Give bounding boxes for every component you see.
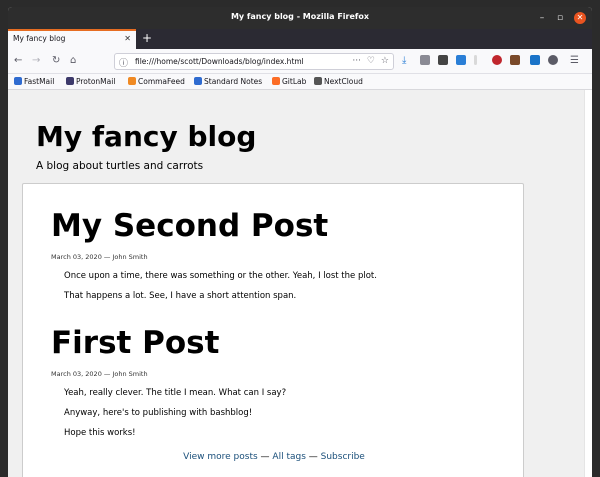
bookmark-label: FastMail [24,77,55,86]
blog-subtitle: A blog about turtles and carrots [36,160,204,172]
separator-icon [474,55,477,65]
nextcloud-icon [314,77,322,85]
extension-icon[interactable] [456,55,466,65]
forward-icon[interactable]: → [32,55,40,67]
posts-container: My Second Post March 03, 2020 — John Smi… [22,183,524,477]
bookmark-star-icon[interactable]: ☆ [381,56,389,66]
downloads-icon[interactable]: ⤓ [402,55,406,67]
tab-label: My fancy blog [13,34,66,43]
post-title[interactable]: First Post [51,325,219,361]
tab-close-icon[interactable]: ✕ [124,34,131,43]
standard-notes-icon [194,77,202,85]
home-icon[interactable]: ⌂ [70,55,76,67]
post-title[interactable]: My Second Post [51,208,328,244]
separator: — [257,452,273,462]
bookmark-label: NextCloud [324,77,363,86]
extension-icon[interactable] [438,55,448,65]
menu-icon[interactable]: ☰ [570,55,579,67]
post-paragraph: Yeah, really clever. The title I mean. W… [64,388,287,398]
bookmark-gitlab[interactable]: GitLab [272,77,306,86]
extension-icon[interactable] [510,55,520,65]
all-tags-link[interactable]: All tags [272,452,305,462]
bookmark-commafeed[interactable]: CommaFeed [128,77,185,86]
new-tab-button[interactable]: + [142,31,152,45]
gitlab-icon [272,77,280,85]
bookmark-standard-notes[interactable]: Standard Notes [194,77,262,86]
extension-icon[interactable] [530,55,540,65]
bookmark-label: ProtonMail [76,77,116,86]
scrollbar[interactable] [584,90,592,477]
maximize-button[interactable]: ▫ [554,12,566,24]
post-meta: March 03, 2020 — John Smith [51,370,148,378]
page-content: My fancy blog A blog about turtles and c… [8,90,592,477]
close-window-button[interactable]: ✕ [574,12,586,24]
reload-icon[interactable]: ↻ [52,55,60,67]
navigation-toolbar: ← → ↻ ⌂ ⓘ file:///home/scott/Downloads/b… [8,49,592,74]
url-text[interactable]: file:///home/scott/Downloads/blog/index.… [135,57,304,66]
footer-links: View more posts — All tags — Subscribe [23,452,525,462]
blog-title[interactable]: My fancy blog [36,120,256,153]
minimize-button[interactable]: – [536,12,548,24]
commafeed-icon [128,77,136,85]
view-more-posts-link[interactable]: View more posts [183,452,258,462]
post-paragraph: That happens a lot. See, I have a short … [64,291,297,301]
ublock-icon[interactable] [492,55,502,65]
window-title: My fancy blog - Mozilla Firefox [230,12,370,21]
separator: — [305,452,321,462]
fastmail-icon [14,77,22,85]
page-actions-icon[interactable]: ··· [352,56,361,66]
post-paragraph: Anyway, here's to publishing with bashbl… [64,408,253,418]
url-bar[interactable]: ⓘ file:///home/scott/Downloads/blog/inde… [114,53,394,70]
firefox-window: My fancy blog - Mozilla Firefox – ▫ ✕ My… [8,7,592,477]
page-info-icon[interactable]: ⓘ [119,56,128,69]
protonmail-icon [66,77,74,85]
bookmark-nextcloud[interactable]: NextCloud [314,77,363,86]
bookmark-label: Standard Notes [204,77,263,86]
post-paragraph: Once upon a time, there was something or… [64,271,377,281]
bookmark-label: CommaFeed [138,77,185,86]
tab-my-fancy-blog[interactable]: My fancy blog ✕ [8,29,136,49]
post-meta: March 03, 2020 — John Smith [51,253,148,261]
extension-icon[interactable] [420,55,430,65]
tab-strip: My fancy blog ✕ + [8,29,592,49]
bookmark-protonmail[interactable]: ProtonMail [66,77,115,86]
back-icon[interactable]: ← [14,55,22,67]
bookmark-fastmail[interactable]: FastMail [14,77,54,86]
bookmarks-toolbar: FastMail ProtonMail CommaFeed Standard N… [8,74,592,90]
subscribe-link[interactable]: Subscribe [321,452,365,462]
post-paragraph: Hope this works! [64,428,136,438]
account-icon[interactable] [548,55,558,65]
bookmark-label: GitLab [282,77,307,86]
title-bar: My fancy blog - Mozilla Firefox – ▫ ✕ [8,7,592,29]
pocket-icon[interactable]: ♡ [367,56,375,66]
